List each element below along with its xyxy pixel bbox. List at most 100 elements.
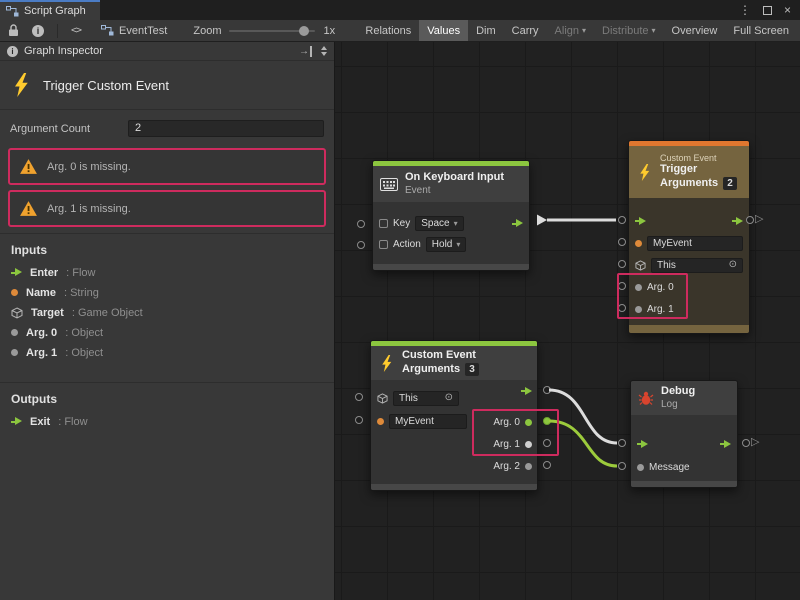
lightning-bolt-icon [9,73,33,97]
flow-in-arrow-icon[interactable] [637,440,648,449]
target-field[interactable]: This⊙ [651,258,743,273]
flow-in-arrow-icon[interactable] [635,217,646,226]
node-title: On Keyboard Input [405,171,504,185]
overview-button[interactable]: Overview [664,20,726,41]
port-action-input[interactable] [357,241,365,249]
action-dropdown[interactable]: Hold▾ [426,237,467,252]
port-event-target-in[interactable] [355,393,363,401]
port-debug-message-in[interactable] [618,462,626,470]
object-dot-icon[interactable] [525,463,532,470]
object-picker-icon[interactable]: ⊙ [445,393,453,403]
dim-button[interactable]: Dim [468,20,504,41]
node-subtitle: Arguments [402,363,460,377]
distribute-button[interactable]: Distribute▾ [594,20,663,41]
warning-triangle-icon [19,158,38,175]
object-dot-icon[interactable] [525,441,532,448]
node-custom-event[interactable]: Custom Event Arguments 3 This⊙ MyEvent A… [370,340,538,491]
carry-button[interactable]: Carry [504,20,547,41]
flow-continue-icon: ▷ [751,437,759,448]
flow-arrow-icon [11,417,22,426]
toolbar-left-icons: i <> [0,24,89,38]
action-label: Action [393,239,421,250]
lock-icon[interactable] [8,24,19,37]
caret-down-icon: ▾ [582,26,586,35]
cube-icon [635,260,646,271]
close-icon[interactable]: × [784,3,791,17]
values-button[interactable]: Values [419,20,468,41]
code-icon[interactable]: <> [71,25,81,36]
node-on-keyboard-input[interactable]: On Keyboard Input Event Key Space▾ Actio… [372,160,530,271]
port-key-input[interactable] [357,220,365,228]
key-dropdown[interactable]: Space▾ [415,216,463,231]
target-field[interactable]: This⊙ [393,391,459,406]
zoom-slider-handle[interactable] [299,26,309,36]
flow-out-arrow-icon[interactable] [512,219,523,228]
stepper-icon[interactable] [321,46,327,56]
inputs-section: Inputs EnterFlow NameString TargetGame O… [0,233,334,376]
zoom-slider[interactable] [229,30,315,32]
node-footer [629,325,749,333]
object-picker-icon[interactable]: ⊙ [729,260,737,270]
event-name-row: MyEvent [377,413,467,429]
align-button[interactable]: Align▾ [547,20,594,41]
flow-row [637,436,731,452]
arg0-row: Arg. 0 [629,276,749,298]
info-icon[interactable]: i [32,25,44,37]
object-dot-icon[interactable] [635,306,642,313]
inputs-heading: Inputs [11,243,323,257]
port-trigger-name-in[interactable] [618,238,626,246]
keyboard-icon [380,178,398,191]
node-subtitle: Event [405,185,504,197]
arg1-row: Arg. 1 [629,298,749,320]
caret-down-icon: ▾ [456,240,460,249]
event-name-field[interactable]: MyEvent [389,414,467,429]
maximize-icon[interactable] [763,6,772,15]
dock-arrow-icon[interactable]: → [299,46,312,57]
window-tab-bar: Script Graph ⋮ × [0,0,800,20]
tab-script-graph[interactable]: Script Graph [0,0,100,20]
port-event-name-in[interactable] [355,416,363,424]
port-event-arg1-out[interactable] [543,439,551,447]
port-event-arg0-out[interactable] [543,417,551,425]
event-name-field[interactable]: MyEvent [647,236,743,251]
connected-port-dot[interactable] [525,419,532,426]
graph-canvas[interactable]: On Keyboard Input Event Key Space▾ Actio… [335,42,800,600]
lightning-bolt-icon [378,355,395,372]
relations-button[interactable]: Relations [357,20,419,41]
flow-out-arrow-icon[interactable] [732,217,743,226]
toolbar-separator [57,24,58,38]
port-trigger-flow-in[interactable] [618,216,626,224]
port-event-flow-out[interactable] [543,386,551,394]
node-header: Custom Event Trigger Arguments 2 [629,146,749,198]
object-dot-icon[interactable] [637,464,644,471]
argument-count-badge: 3 [465,363,479,376]
port-trigger-arg0-in[interactable] [618,282,626,290]
inspector-header-title: Graph Inspector [24,45,103,57]
arg1-label: Arg. 1 [647,304,674,315]
node-header: Custom Event Arguments 3 [371,346,537,380]
port-trigger-flow-out[interactable] [746,216,754,224]
object-dot-icon[interactable] [635,284,642,291]
arg0-out-row: Arg. 0 [493,414,532,430]
flow-out-arrow-icon[interactable] [521,387,532,396]
target-row: This⊙ [377,390,459,406]
port-trigger-arg1-in[interactable] [618,304,626,312]
port-debug-flow-in[interactable] [618,439,626,447]
port-event-arg2-out[interactable] [543,461,551,469]
graph-asset-icon [101,25,114,36]
zoom-value: 1x [323,25,335,37]
flow-out-arrow-icon[interactable] [720,440,731,449]
port-trigger-target-in[interactable] [618,260,626,268]
full-screen-button[interactable]: Full Screen [725,20,797,41]
node-trigger-custom-event[interactable]: Custom Event Trigger Arguments 2 MyEvent [628,140,750,334]
graph-asset[interactable]: EventTest [101,25,167,37]
menu-dots-icon[interactable]: ⋮ [739,4,751,16]
argument-count-input[interactable]: 2 [128,120,324,137]
port-debug-flow-out[interactable] [742,439,750,447]
node-footer [371,484,537,490]
keycap-icon [379,240,388,249]
flow-arrow-icon [11,268,22,277]
lightning-bolt-icon [636,164,653,181]
flow-row [629,210,749,232]
node-debug-log[interactable]: Debug Log Message [630,380,738,488]
